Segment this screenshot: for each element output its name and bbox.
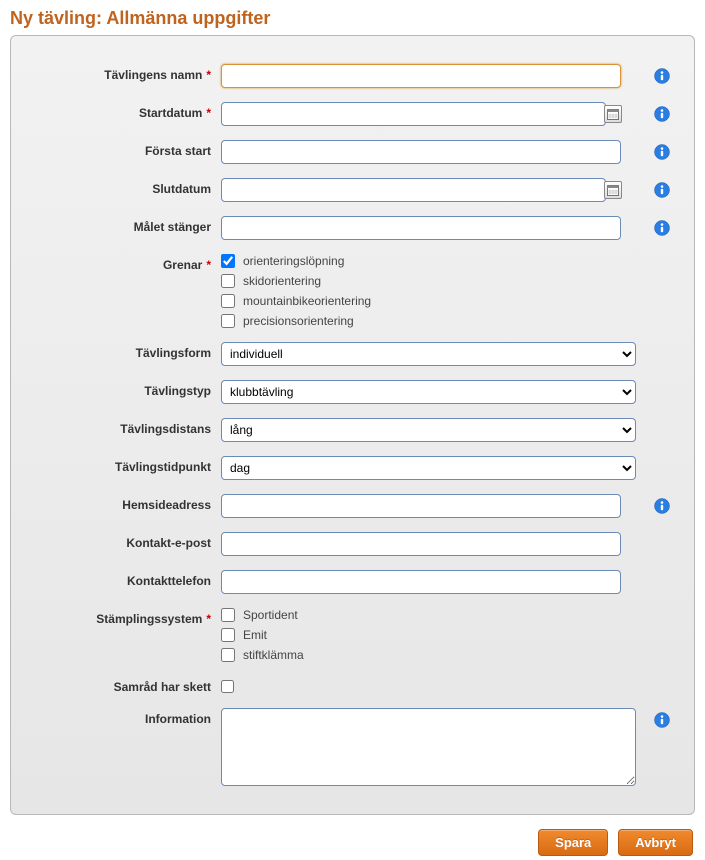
discipline-mtb-label[interactable]: mountainbikeorientering: [243, 294, 371, 308]
discipline-precision-label[interactable]: precisionsorientering: [243, 314, 354, 328]
discipline-precision-checkbox[interactable]: [221, 314, 235, 328]
info-icon[interactable]: [654, 68, 670, 84]
info-icon[interactable]: [654, 182, 670, 198]
info-textarea[interactable]: [221, 708, 636, 786]
info-icon[interactable]: [654, 498, 670, 514]
discipline-orienteering-checkbox[interactable]: [221, 254, 235, 268]
phone-input[interactable]: [221, 570, 621, 594]
info-icon[interactable]: [654, 712, 670, 728]
row-finish-close: Målet stänger: [31, 216, 674, 240]
distance-select[interactable]: lång: [221, 418, 636, 442]
start-date-input[interactable]: [221, 102, 606, 126]
label-website: Hemsideadress: [31, 494, 221, 512]
required-marker: *: [206, 612, 211, 626]
label-time-of-day: Tävlingstidpunkt: [31, 456, 221, 474]
discipline-orienteering-label[interactable]: orienteringslöpning: [243, 254, 344, 268]
row-form: Tävlingsform individuell: [31, 342, 674, 366]
punching-sportident-checkbox[interactable]: [221, 608, 235, 622]
row-info: Information: [31, 708, 674, 786]
discipline-orienteering: orienteringslöpning: [221, 254, 371, 268]
label-finish-close: Målet stänger: [31, 216, 221, 234]
save-button[interactable]: Spara: [538, 829, 608, 856]
label-info: Information: [31, 708, 221, 726]
row-name: Tävlingens namn *: [31, 64, 674, 88]
discipline-ski-checkbox[interactable]: [221, 274, 235, 288]
cancel-button[interactable]: Avbryt: [618, 829, 693, 856]
time-of-day-select[interactable]: dag: [221, 456, 636, 480]
punching-pin-label[interactable]: stiftklämma: [243, 648, 304, 662]
label-consulted: Samråd har skett: [31, 676, 221, 694]
punching-emit: Emit: [221, 628, 304, 642]
row-phone: Kontakttelefon: [31, 570, 674, 594]
form-panel: Tävlingens namn * Startdatum * Första star…: [10, 35, 695, 815]
discipline-ski: skidorientering: [221, 274, 371, 288]
end-date-input[interactable]: [221, 178, 606, 202]
row-first-start: Första start: [31, 140, 674, 164]
required-marker: *: [206, 68, 211, 82]
page-title: Ny tävling: Allmänna uppgifter: [0, 0, 705, 35]
email-input[interactable]: [221, 532, 621, 556]
consulted-checkbox[interactable]: [221, 680, 234, 693]
required-marker: *: [206, 106, 211, 120]
label-phone: Kontakttelefon: [31, 570, 221, 588]
punching-emit-label[interactable]: Emit: [243, 628, 267, 642]
row-consulted: Samråd har skett: [31, 676, 674, 694]
label-distance: Tävlingsdistans: [31, 418, 221, 436]
label-name-text: Tävlingens namn: [104, 68, 202, 82]
button-bar: Spara Avbryt: [0, 815, 705, 860]
calendar-icon[interactable]: [604, 105, 622, 123]
disciplines-group: orienteringslöpning skidorientering moun…: [221, 254, 371, 328]
info-icon[interactable]: [654, 106, 670, 122]
row-email: Kontakt-e-post: [31, 532, 674, 556]
label-punching: Stämplingssystem *: [31, 608, 221, 626]
row-time-of-day: Tävlingstidpunkt dag: [31, 456, 674, 480]
punching-sportident-label[interactable]: Sportident: [243, 608, 298, 622]
row-disciplines: Grenar * orienteringslöpning skidorienter…: [31, 254, 674, 328]
row-end-date: Slutdatum: [31, 178, 674, 202]
punching-emit-checkbox[interactable]: [221, 628, 235, 642]
label-form: Tävlingsform: [31, 342, 221, 360]
discipline-precision: precisionsorientering: [221, 314, 371, 328]
label-disciplines-text: Grenar: [163, 258, 202, 272]
name-input[interactable]: [221, 64, 621, 88]
punching-group: Sportident Emit stiftklämma: [221, 608, 304, 662]
first-start-input[interactable]: [221, 140, 621, 164]
label-start-date-text: Startdatum: [139, 106, 202, 120]
punching-sportident: Sportident: [221, 608, 304, 622]
label-type: Tävlingstyp: [31, 380, 221, 398]
label-start-date: Startdatum *: [31, 102, 221, 120]
type-select[interactable]: klubbtävling: [221, 380, 636, 404]
website-input[interactable]: [221, 494, 621, 518]
label-name: Tävlingens namn *: [31, 64, 221, 82]
info-icon[interactable]: [654, 220, 670, 236]
required-marker: *: [206, 258, 211, 272]
finish-close-input[interactable]: [221, 216, 621, 240]
calendar-icon[interactable]: [604, 181, 622, 199]
row-distance: Tävlingsdistans lång: [31, 418, 674, 442]
row-start-date: Startdatum *: [31, 102, 674, 126]
label-end-date: Slutdatum: [31, 178, 221, 196]
discipline-ski-label[interactable]: skidorientering: [243, 274, 321, 288]
discipline-mtb: mountainbikeorientering: [221, 294, 371, 308]
info-icon[interactable]: [654, 144, 670, 160]
label-disciplines: Grenar *: [31, 254, 221, 272]
label-first-start: Första start: [31, 140, 221, 158]
punching-pin: stiftklämma: [221, 648, 304, 662]
row-punching: Stämplingssystem * Sportident Emit stiftk…: [31, 608, 674, 662]
discipline-mtb-checkbox[interactable]: [221, 294, 235, 308]
label-email: Kontakt-e-post: [31, 532, 221, 550]
punching-pin-checkbox[interactable]: [221, 648, 235, 662]
row-type: Tävlingstyp klubbtävling: [31, 380, 674, 404]
form-select[interactable]: individuell: [221, 342, 636, 366]
row-website: Hemsideadress: [31, 494, 674, 518]
label-punching-text: Stämplingssystem: [96, 612, 202, 626]
